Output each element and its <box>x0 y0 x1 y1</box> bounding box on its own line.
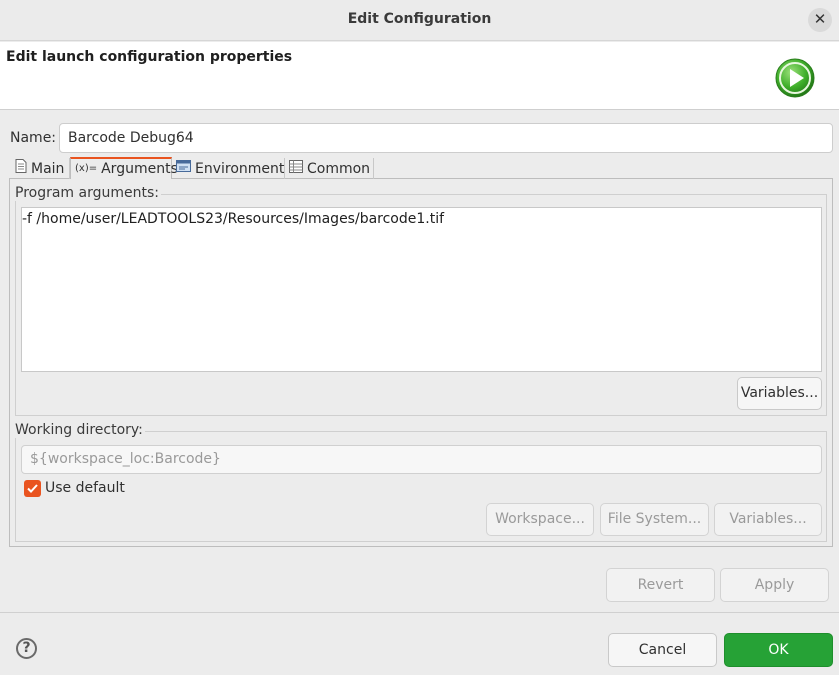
window-title: Edit Configuration <box>347 11 492 27</box>
workspace-button[interactable]: Workspace... <box>486 503 594 536</box>
program-arguments-label: Program arguments: <box>15 185 161 201</box>
revert-button[interactable]: Revert <box>606 568 715 602</box>
tab-main[interactable]: Main <box>11 158 70 179</box>
close-icon: ✕ <box>813 10 827 28</box>
working-directory-label: Working directory: <box>15 422 145 438</box>
checkmark-icon <box>27 484 38 493</box>
run-icon <box>773 57 817 99</box>
tab-common[interactable]: Common <box>285 158 374 179</box>
name-label: Name: <box>10 130 57 146</box>
table-icon <box>289 159 303 179</box>
file-system-button[interactable]: File System... <box>600 503 709 536</box>
ok-button[interactable]: OK <box>724 633 833 667</box>
footer-divider <box>0 612 839 613</box>
document-icon <box>15 158 27 179</box>
close-button[interactable]: ✕ <box>808 8 832 32</box>
use-default-checkbox[interactable] <box>24 480 41 497</box>
name-input[interactable]: Barcode Debug64 <box>59 123 833 153</box>
help-icon[interactable]: ? <box>16 638 37 659</box>
tab-environment-label: Environment <box>195 160 285 177</box>
tab-arguments[interactable]: (x)= Arguments <box>70 157 178 179</box>
tab-common-label: Common <box>307 160 371 177</box>
tab-main-label: Main <box>31 160 65 177</box>
program-arguments-textarea[interactable]: -f /home/user/LEADTOOLS23/Resources/Imag… <box>21 207 822 372</box>
variable-x-icon: (x)= <box>75 163 98 174</box>
working-directory-input[interactable]: ${workspace_loc:Barcode} <box>21 445 822 474</box>
header-title: Edit launch configuration properties <box>6 49 293 65</box>
use-default-label: Use default <box>45 480 125 496</box>
working-directory-variables-button[interactable]: Variables... <box>714 503 822 536</box>
cancel-button[interactable]: Cancel <box>608 633 717 667</box>
apply-button[interactable]: Apply <box>720 568 829 602</box>
tab-environment[interactable]: Environment <box>172 158 285 179</box>
arguments-variables-button[interactable]: Variables... <box>737 377 822 410</box>
tab-arguments-label: Arguments <box>101 161 178 177</box>
environment-icon <box>176 159 191 179</box>
